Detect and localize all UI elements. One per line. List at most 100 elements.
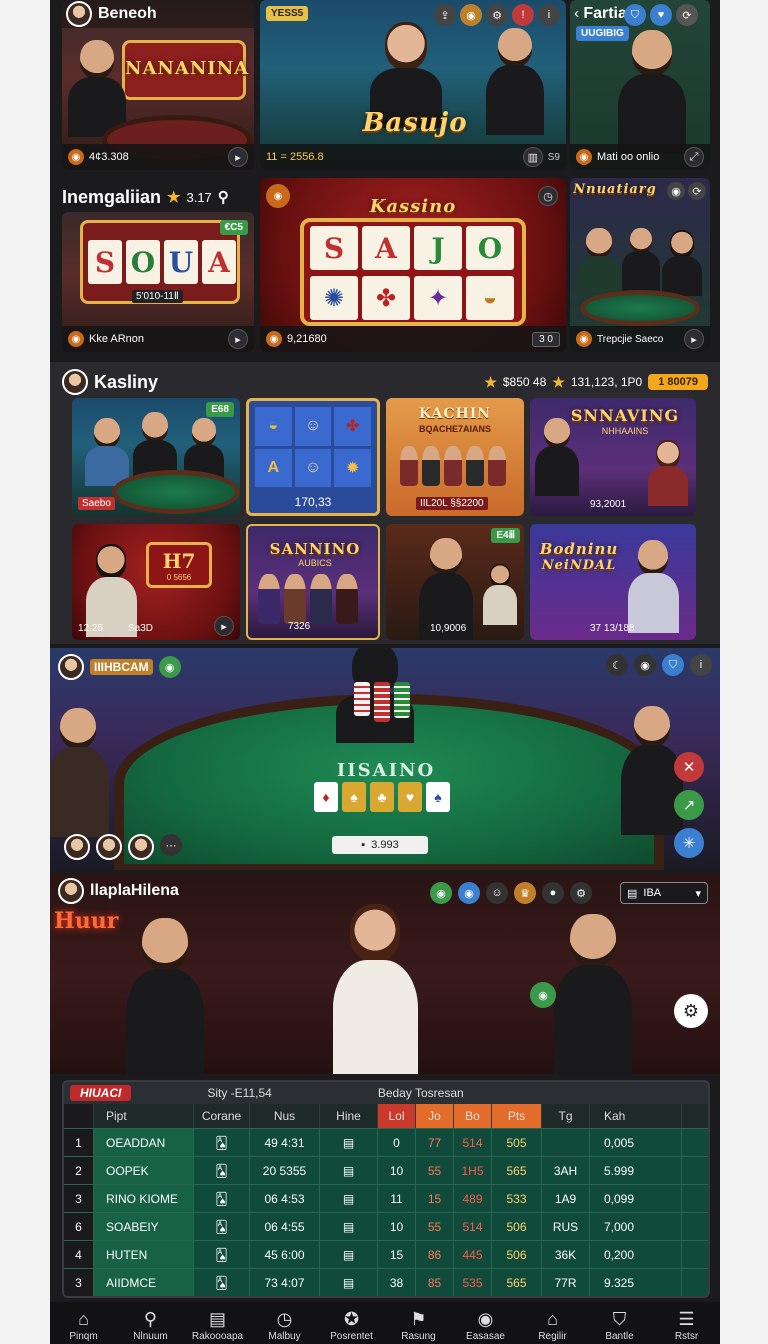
clock-icon[interactable]: ◷: [538, 186, 558, 206]
nav-item-1[interactable]: ⚲ Nlnuum: [118, 1309, 184, 1342]
score-cell: 0,099: [590, 1185, 682, 1212]
share-icon[interactable]: ✳: [674, 828, 704, 858]
tile-sannino[interactable]: SANNINO AUBICS 7326: [246, 524, 380, 640]
shield-icon[interactable]: ⛉: [662, 654, 684, 676]
player-avatar[interactable]: [128, 834, 154, 860]
score-cell: 1A9: [542, 1185, 590, 1212]
table-row[interactable]: 4 HUTEN 🂡 45 6:00 ▤ 15 86 445 506 36K 0,200: [64, 1240, 708, 1268]
game-card-nnuatiarg[interactable]: Nnuatiarg ◉ ⟳ ◉ Trepcjie Saeco ▸: [570, 178, 710, 352]
tile-label: 10,9006: [430, 623, 467, 634]
user-avatar[interactable]: [58, 654, 84, 680]
game-card-nananina[interactable]: Beneoh NANANINA ◉ 4¢3.308 ▸: [62, 0, 254, 170]
settings-icon[interactable]: ⚙: [486, 4, 508, 26]
nav-item-3[interactable]: ◷ Malbuy: [252, 1309, 318, 1342]
refresh-icon[interactable]: ⟳: [676, 4, 698, 26]
refresh-icon[interactable]: ⟳: [688, 182, 706, 200]
coin-icon[interactable]: ◉: [634, 654, 656, 676]
card-footer: ◉ 4¢3.308 ▸: [62, 144, 254, 170]
coin-icon[interactable]: ◉: [460, 4, 482, 26]
nav-item-7[interactable]: ⌂ Regilir: [520, 1309, 586, 1342]
more-icon[interactable]: ⋯: [160, 834, 182, 856]
room-dropdown[interactable]: ▤ IBA ▾: [620, 882, 708, 904]
table-row[interactable]: 2 OOPEK 🂡 20 5355 ▤ 10 55 1H5 565 3AH 5.999: [64, 1156, 708, 1184]
player-avatar[interactable]: [96, 834, 122, 860]
document-icon: ▤: [320, 1269, 378, 1296]
nav-label: Pinqm: [69, 1331, 98, 1342]
tile-kachin[interactable]: KACHIN BQACHE7AIANS IIL20L §§2200: [386, 398, 524, 516]
user-avatar[interactable]: [58, 878, 84, 904]
nav-item-5[interactable]: ⚑ Rasung: [386, 1309, 452, 1342]
nav-item-6[interactable]: ◉ Easasae: [453, 1309, 519, 1342]
raise-icon[interactable]: ↗: [674, 790, 704, 820]
nav-item-8[interactable]: ⛉ Bantle: [587, 1309, 653, 1342]
alert-icon[interactable]: !: [512, 4, 534, 26]
table-actions: ☾ ◉ ⛉ i: [606, 654, 712, 676]
play-button[interactable]: ▸: [228, 329, 248, 349]
settings-icon[interactable]: ⚙: [674, 994, 708, 1028]
play-button[interactable]: ▸: [228, 147, 248, 167]
info-icon[interactable]: i: [690, 654, 712, 676]
table-row[interactable]: 3 AIIDMCE 🂡 73 4:07 ▤ 38 85 535 565 77R 9.325: [64, 1268, 708, 1296]
building-icon: ⌂: [547, 1309, 558, 1329]
game-card-slots-1[interactable]: S O U A €C5 5'010-11Ⅱ ◉ Kke ARnon ▸: [62, 212, 254, 352]
game-card-basujo[interactable]: YESS5 ⇪ ◉ ⚙ ! i Basujo 11 = 2556.8 ▥ S9: [260, 0, 566, 170]
chip-icon[interactable]: ◉: [158, 656, 181, 678]
user-avatar[interactable]: [62, 369, 88, 395]
table-row[interactable]: 1 OEADDAN 🂡 49 4:31 ▤ 0 77 514 505 0,005: [64, 1128, 708, 1156]
chip-stacks: [354, 682, 410, 722]
heart-icon[interactable]: ♥: [650, 4, 672, 26]
chip-icon[interactable]: ◉: [667, 182, 685, 200]
nav-item-0[interactable]: ⌂ Pinqm: [51, 1309, 117, 1342]
fold-icon[interactable]: ✕: [674, 752, 704, 782]
casino-chip-icon: ◉: [477, 1309, 494, 1329]
back-icon[interactable]: ‹: [574, 5, 579, 23]
shield-icon[interactable]: ⛉: [624, 4, 646, 26]
machine-amount: 5'010-11Ⅱ: [132, 290, 183, 303]
chip-icon[interactable]: ◉: [430, 882, 452, 904]
player-avatar[interactable]: [64, 834, 90, 860]
bottom-nav: ⌂ Pinqm ⚲ Nlnuum ▤ Rakoooapa ◷ Malbuy ✪ Posrentet…: [50, 1302, 720, 1344]
user-icon[interactable]: ☺: [486, 882, 508, 904]
nav-item-9[interactable]: ☰ Rstsr: [654, 1309, 720, 1342]
stats-button[interactable]: ▥: [522, 147, 543, 167]
play-button[interactable]: ▸: [214, 616, 234, 636]
moon-icon[interactable]: ☾: [606, 654, 628, 676]
coin-icon[interactable]: ◉: [458, 882, 480, 904]
tile-h7[interactable]: H7 0 5656 12.25 Sa3D ▸: [72, 524, 240, 640]
score-value-2: 131,123, 1P0: [570, 375, 643, 389]
info-icon[interactable]: i: [538, 4, 560, 26]
username: llaplaHilena: [90, 882, 179, 899]
tile-bodninu[interactable]: Bodninu NeiNDAL 37 13/188: [530, 524, 696, 640]
play-button[interactable]: ▸: [684, 329, 704, 349]
cards-icon: 🂡: [194, 1129, 250, 1156]
card-footer-label: Trepcjie Saeco: [597, 333, 664, 345]
column-header: Hine: [320, 1104, 378, 1128]
document-icon: ▤: [320, 1157, 378, 1184]
trophy-icon[interactable]: ♛: [514, 882, 536, 904]
player-name: AIIDMCE: [94, 1269, 194, 1296]
score-cell: 565: [492, 1269, 542, 1296]
expand-button[interactable]: ⤢: [684, 147, 704, 167]
score-cell: 0: [378, 1129, 416, 1156]
section-kasliny: Kasliny ★ $850 48 ★ 131,123, 1P0 1 80079…: [50, 362, 720, 644]
share-icon[interactable]: ⇪: [434, 4, 456, 26]
nav-item-2[interactable]: ▤ Rakoooapa: [185, 1309, 251, 1342]
nav-item-4[interactable]: ✪ Posrentet: [319, 1309, 385, 1342]
search-icon[interactable]: ⚲: [218, 188, 229, 206]
tile-poker-room[interactable]: E68 Saebo: [72, 398, 240, 516]
table-row[interactable]: 3 RINO KIOME 🂡 06 4:53 ▤ 11 15 489 533 1A9 0,099: [64, 1184, 708, 1212]
tile-slot[interactable]: ◒ ☺ ✤ A ☺ ✹ 170,33: [246, 398, 380, 516]
table-surface: [580, 290, 700, 326]
tile-snnaving[interactable]: SNNAVING NHHAAINS 93,2001: [530, 398, 696, 516]
table-row[interactable]: 6 SOABEIY 🂡 06 4:55 ▤ 10 55 514 506 RUS 7,000: [64, 1212, 708, 1240]
user-avatar[interactable]: [66, 1, 92, 27]
balance-pill[interactable]: 1 80079: [648, 374, 708, 390]
bet-button[interactable]: 3 0: [532, 331, 560, 347]
tile-dealer[interactable]: E4ⅲ 10,9006: [386, 524, 524, 640]
reel-symbol: A: [202, 240, 236, 284]
record-icon[interactable]: ●: [542, 882, 564, 904]
settings-icon[interactable]: ⚙: [570, 882, 592, 904]
game-card-kassino[interactable]: ◉ ◷ Kassino S A J O ✺ ✤ ✦ ◒ ◉ 9,21680 3 …: [260, 178, 566, 352]
bet-display[interactable]: ▪ 3.993: [332, 836, 428, 854]
slot-reels: S A J O: [310, 226, 514, 270]
